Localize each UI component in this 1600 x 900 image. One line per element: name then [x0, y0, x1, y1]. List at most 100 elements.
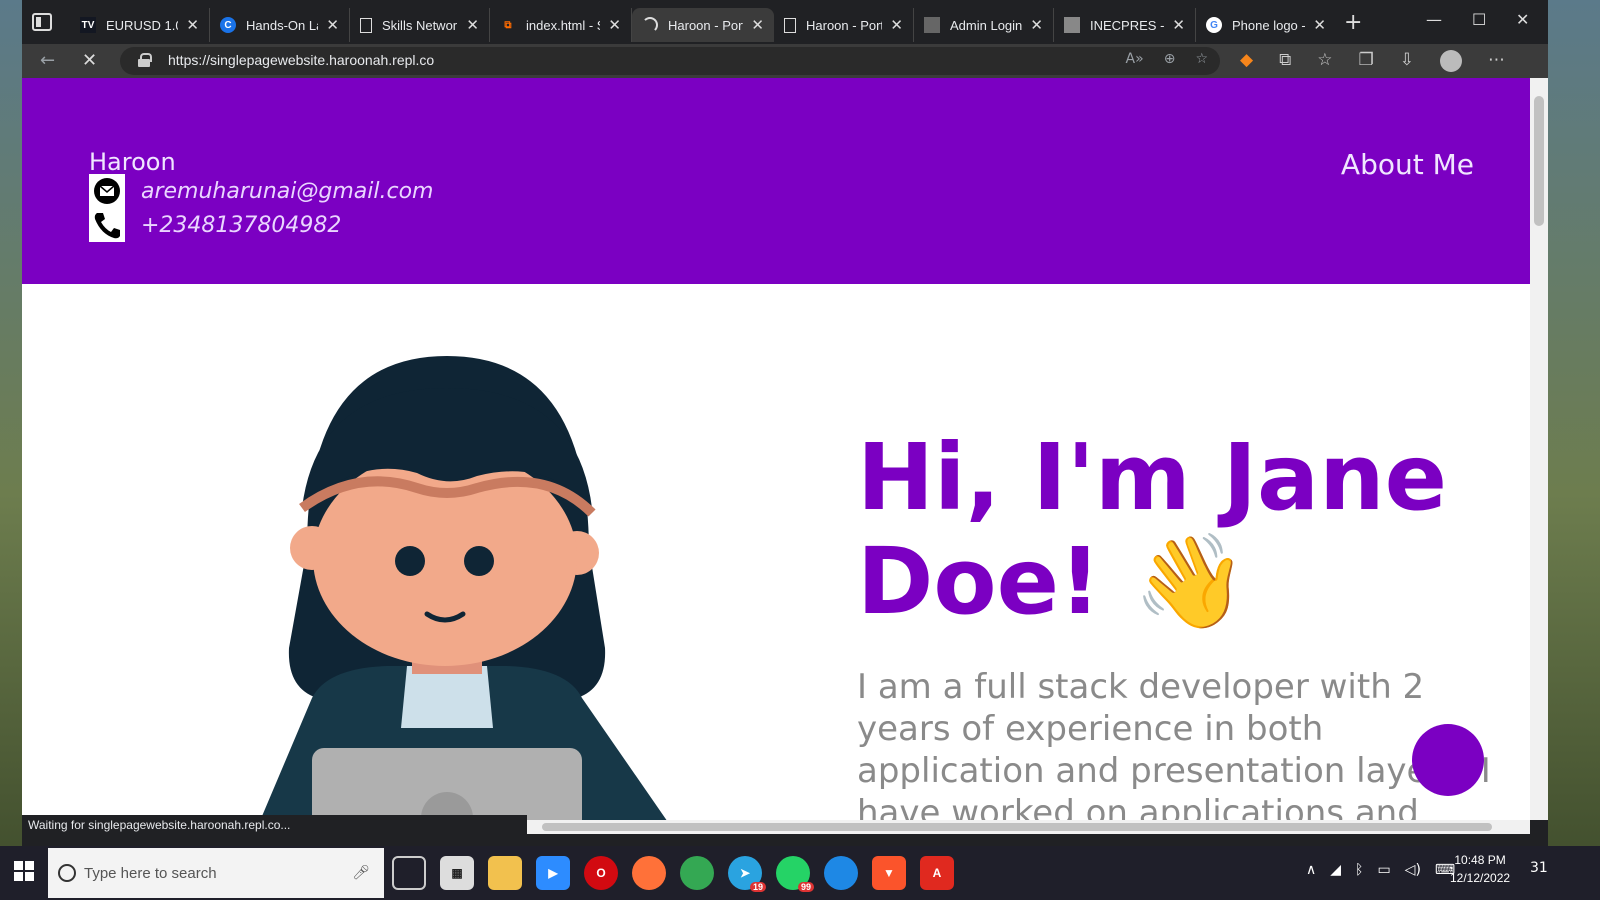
back-icon[interactable]: ←	[40, 50, 55, 71]
taskbar-apps: ▦ ▶ O ➤ 19 99 ▼ A	[392, 856, 954, 892]
tab-haroon-portfolio-active[interactable]: Haroon - Portf ✕	[632, 8, 774, 42]
phone-text[interactable]: +2348137804982	[141, 213, 341, 238]
tab-index-html[interactable]: ⧉ index.html - Si ✕	[490, 8, 632, 42]
add-favorite-icon[interactable]: ☆	[1195, 51, 1208, 67]
cortana-icon	[58, 864, 76, 882]
status-bar: Waiting for singlepagewebsite.haroonah.r…	[22, 815, 527, 835]
more-menu-icon[interactable]: ⋯	[1488, 50, 1505, 72]
close-tab-icon[interactable]: ✕	[751, 16, 764, 34]
metamask-icon[interactable]: ◆	[1240, 50, 1253, 72]
page-viewport: Haroon aremuharunai@gmail.com +234813780…	[22, 78, 1530, 820]
new-tab-icon[interactable]: +	[1344, 10, 1362, 35]
phone-contact: +2348137804982	[89, 208, 341, 242]
bluetooth-icon[interactable]: ᛒ	[1355, 862, 1363, 878]
close-tab-icon[interactable]: ✕	[186, 16, 199, 34]
store-icon[interactable]: ▦	[440, 856, 474, 890]
phone-icon	[89, 208, 125, 242]
tab-bar: TV EURUSD 1.053 ✕ C Hands-On Lab ✕ Skill…	[22, 0, 1548, 44]
floating-action-button[interactable]	[1412, 724, 1484, 796]
site-header: Haroon aremuharunai@gmail.com +234813780…	[22, 78, 1530, 284]
omnibox-icons: A» ⊕ ☆	[1126, 51, 1208, 67]
tab-hands-on-lab[interactable]: C Hands-On Lab ✕	[210, 8, 350, 42]
hero-title: Hi, I'm Jane Doe! 👋	[857, 424, 1448, 635]
clock[interactable]: 10:48 PM 12/12/2022	[1450, 851, 1510, 887]
email-text[interactable]: aremuharunai@gmail.com	[141, 179, 433, 204]
coursera-icon: C	[220, 17, 236, 33]
close-tab-icon[interactable]: ✕	[1313, 16, 1326, 34]
favorites-icon[interactable]: ☆	[1317, 50, 1332, 72]
whatsapp-icon[interactable]: 99	[776, 856, 814, 892]
site-favicon-icon	[1064, 17, 1080, 33]
clock-date: 12/12/2022	[1450, 871, 1511, 885]
nav-about-me-link[interactable]: About Me	[1341, 148, 1474, 181]
taskbar: Type here to search 🎤︎ ▦ ▶ O ➤ 19 99 ▼ A …	[0, 846, 1600, 900]
read-aloud-icon[interactable]: A»	[1126, 51, 1144, 67]
zoom-app-icon[interactable]: ▶	[536, 856, 570, 890]
address-bar[interactable]: https://singlepagewebsite.haroonah.repl.…	[120, 47, 1220, 75]
chrome-icon[interactable]	[680, 856, 714, 890]
lock-icon	[138, 53, 152, 67]
close-tab-icon[interactable]: ✕	[1030, 16, 1043, 34]
taskbar-search[interactable]: Type here to search 🎤︎	[48, 848, 384, 898]
zoom-icon[interactable]: ⊕	[1164, 51, 1176, 67]
tradingview-icon: TV	[80, 17, 96, 33]
windows-start-icon[interactable]	[14, 861, 34, 881]
tab-eurusd[interactable]: TV EURUSD 1.053 ✕	[70, 8, 210, 42]
close-tab-icon[interactable]: ✕	[466, 16, 479, 34]
left-eye	[395, 546, 425, 576]
extensions-icon[interactable]: ⧉	[1279, 50, 1291, 72]
url-text[interactable]: https://singlepagewebsite.haroonah.repl.…	[168, 52, 434, 68]
horizontal-scroll-thumb[interactable]	[542, 823, 1492, 831]
task-view-icon[interactable]	[392, 856, 426, 890]
stop-loading-icon[interactable]: ✕	[82, 50, 97, 71]
telegram-icon[interactable]: ➤ 19	[728, 856, 766, 892]
downloads-icon[interactable]: ⇩	[1400, 50, 1414, 72]
google-icon: G	[1206, 17, 1222, 33]
tab-actions-icon[interactable]	[32, 13, 52, 31]
microphone-icon[interactable]: 🎤︎	[352, 865, 370, 881]
notification-center-icon[interactable]: 31	[1530, 860, 1548, 876]
document-icon	[784, 17, 796, 33]
tab-phone-logo[interactable]: G Phone logo - G ✕	[1196, 8, 1336, 42]
close-window-icon[interactable]: ✕	[1516, 10, 1529, 29]
close-tab-icon[interactable]: ✕	[1172, 16, 1185, 34]
close-tab-icon[interactable]: ✕	[326, 16, 339, 34]
profile-avatar-icon[interactable]	[1439, 50, 1462, 72]
vertical-scrollbar[interactable]	[1530, 78, 1548, 820]
brave-icon[interactable]: ▼	[872, 856, 906, 890]
collar-shape	[401, 666, 493, 728]
document-icon	[360, 17, 372, 33]
tab-admin-login[interactable]: Admin Login | ✕	[914, 8, 1054, 42]
browser-window: TV EURUSD 1.053 ✕ C Hands-On Lab ✕ Skill…	[22, 0, 1548, 846]
maximize-icon[interactable]: ☐	[1472, 10, 1486, 29]
developer-illustration	[260, 356, 667, 820]
vertical-scroll-thumb[interactable]	[1534, 96, 1544, 226]
firefox-icon[interactable]	[632, 856, 666, 890]
minimize-icon[interactable]: —	[1426, 10, 1442, 29]
loading-spinner-icon	[642, 17, 658, 33]
close-tab-icon[interactable]: ✕	[608, 16, 621, 34]
right-eye	[464, 546, 494, 576]
clock-time: 10:48 PM	[1454, 853, 1506, 867]
show-hidden-icons-icon[interactable]: ∧	[1306, 862, 1316, 878]
opera-icon[interactable]: O	[584, 856, 618, 890]
acrobat-icon[interactable]: A	[920, 856, 954, 890]
mail-icon	[89, 174, 125, 208]
site-brand[interactable]: Haroon	[89, 148, 176, 176]
toolbar-icons: ◆ ⧉ ☆ ❐ ⇩ ⋯	[1240, 50, 1505, 72]
address-bar-row: ← ✕ https://singlepagewebsite.haroonah.r…	[22, 44, 1548, 78]
close-tab-icon[interactable]: ✕	[890, 16, 903, 34]
tab-haroon-portfolio[interactable]: Haroon - Portf ✕	[774, 8, 914, 42]
file-explorer-icon[interactable]	[488, 856, 522, 890]
battery-icon[interactable]: ▭	[1377, 862, 1390, 878]
collections-icon[interactable]: ❐	[1358, 50, 1373, 72]
email-contact: aremuharunai@gmail.com	[89, 174, 433, 208]
tab-skills-network[interactable]: Skills Network ✕	[350, 8, 490, 42]
edge-icon[interactable]	[824, 856, 858, 890]
search-placeholder: Type here to search	[84, 864, 217, 882]
site-favicon-icon	[924, 17, 940, 33]
network-icon[interactable]: ◢	[1330, 862, 1341, 878]
volume-icon[interactable]: ◁)	[1405, 862, 1421, 878]
system-tray: ∧ ◢ ᛒ ▭ ◁) ⌨	[1306, 862, 1455, 878]
tab-inecpres[interactable]: INECPRES - Up ✕	[1054, 8, 1196, 42]
